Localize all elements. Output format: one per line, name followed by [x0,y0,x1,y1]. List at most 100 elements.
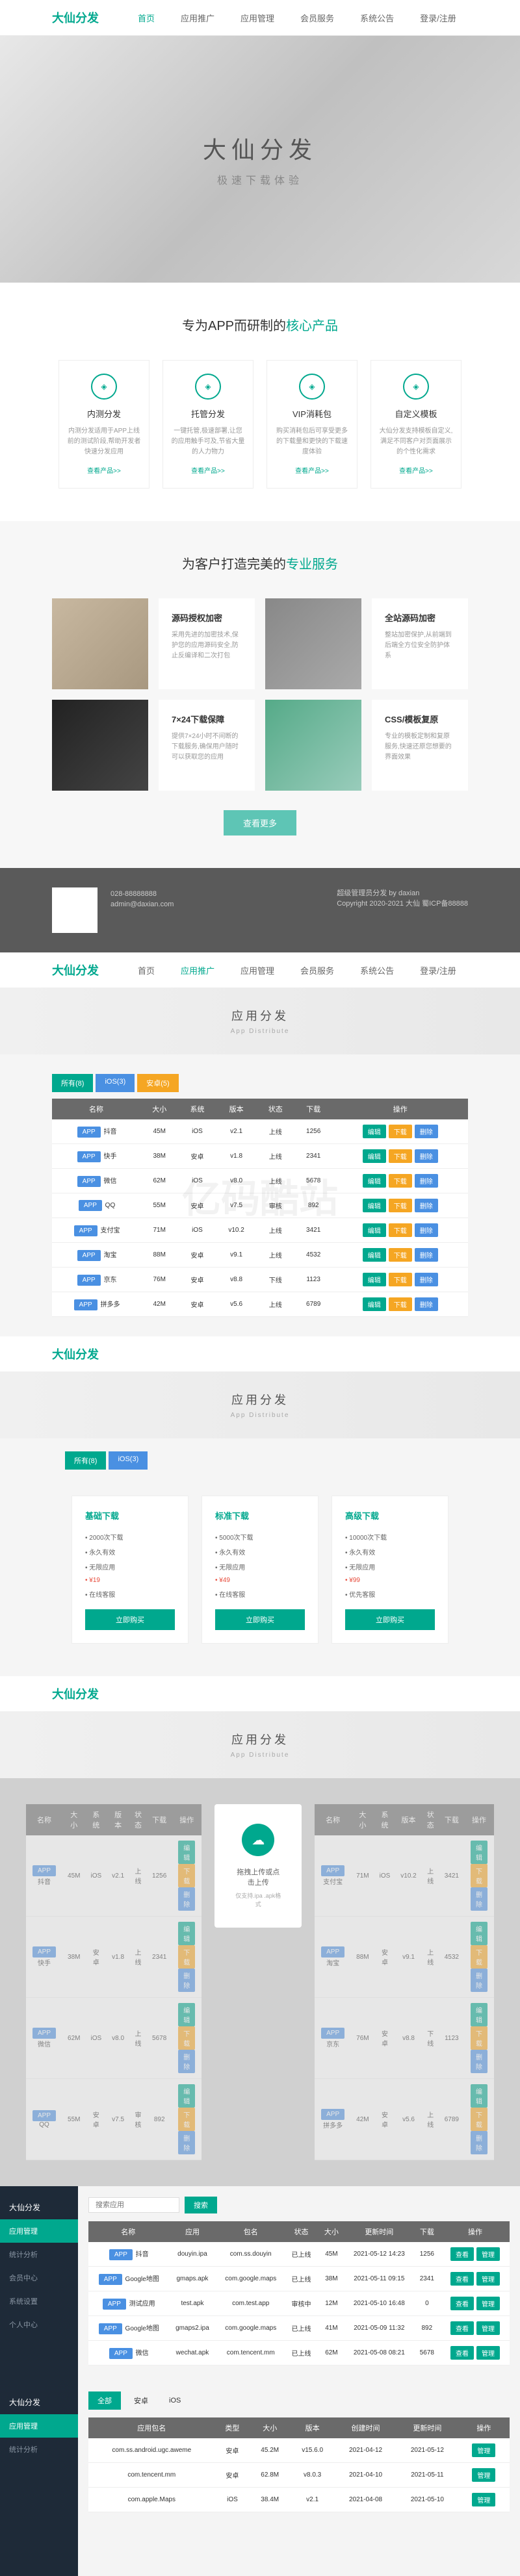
nav-manage[interactable]: 应用管理 [240,12,274,24]
n2-0[interactable]: 首页 [138,964,155,976]
action-删除[interactable]: 删除 [471,2131,488,2154]
buy-button[interactable]: 立即购买 [345,1609,435,1630]
tab-all[interactable]: 所有(8) [52,1074,93,1092]
logo-3[interactable]: 大仙分发 [52,1345,99,1362]
atab-and[interactable]: 安卓 [126,2392,156,2409]
product-link[interactable]: 查看产品>> [379,465,453,475]
action-下载[interactable]: 下载 [389,1223,412,1237]
action-编辑[interactable]: 编辑 [178,1922,195,1945]
admin-action[interactable]: 管理 [476,2321,500,2335]
side-member[interactable]: 会员中心 [0,2266,78,2289]
admin-action[interactable]: 管理 [476,2346,500,2360]
logo-2[interactable]: 大仙分发 [52,962,99,978]
manage-btn[interactable]: 管理 [472,2443,495,2457]
admin-action[interactable]: 查看 [450,2272,474,2286]
n2-3[interactable]: 会员服务 [300,964,334,976]
admin-action[interactable]: 查看 [450,2346,474,2360]
action-下载[interactable]: 下载 [389,1199,412,1212]
tab-android[interactable]: 安卓(5) [137,1074,178,1092]
nav-promo[interactable]: 应用推广 [181,12,214,24]
n2-1[interactable]: 应用推广 [181,964,214,976]
buy-button[interactable]: 立即购买 [85,1609,175,1630]
action-编辑[interactable]: 编辑 [363,1297,386,1311]
manage-btn[interactable]: 管理 [472,2493,495,2506]
action-编辑[interactable]: 编辑 [363,1125,386,1138]
product-link[interactable]: 查看产品>> [171,465,245,475]
nav-member[interactable]: 会员服务 [300,12,334,24]
action-编辑[interactable]: 编辑 [363,1248,386,1262]
atab-all[interactable]: 全部 [88,2391,121,2410]
action-下载[interactable]: 下载 [389,1297,412,1311]
action-删除[interactable]: 删除 [415,1199,438,1212]
search-button[interactable]: 搜索 [185,2197,217,2213]
action-编辑[interactable]: 编辑 [363,1174,386,1188]
action-下载[interactable]: 下载 [471,2026,488,2050]
action-删除[interactable]: 删除 [415,1149,438,1163]
action-删除[interactable]: 删除 [471,1887,488,1911]
action-删除[interactable]: 删除 [178,2131,195,2154]
action-下载[interactable]: 下载 [178,2026,195,2050]
action-编辑[interactable]: 编辑 [363,1199,386,1212]
action-删除[interactable]: 删除 [178,1969,195,1992]
action-编辑[interactable]: 编辑 [363,1149,386,1163]
side2-apps[interactable]: 应用管理 [0,2414,78,2438]
action-删除[interactable]: 删除 [471,1969,488,1992]
nav-login[interactable]: 登录/注册 [420,12,456,24]
n2-4[interactable]: 系统公告 [360,964,394,976]
nav-home[interactable]: 首页 [138,12,155,24]
action-下载[interactable]: 下载 [389,1125,412,1138]
admin-action[interactable]: 管理 [476,2272,500,2286]
side-profile[interactable]: 个人中心 [0,2313,78,2336]
action-删除[interactable]: 删除 [471,2050,488,2073]
action-删除[interactable]: 删除 [178,1887,195,1911]
nav-notice[interactable]: 系统公告 [360,12,394,24]
manage-btn[interactable]: 管理 [472,2468,495,2482]
n2-2[interactable]: 应用管理 [240,964,274,976]
action-下载[interactable]: 下载 [389,1248,412,1262]
action-下载[interactable]: 下载 [389,1174,412,1188]
action-下载[interactable]: 下载 [389,1149,412,1163]
action-下载[interactable]: 下载 [178,1945,195,1969]
side2-stats[interactable]: 统计分析 [0,2438,78,2461]
side-settings[interactable]: 系统设置 [0,2289,78,2313]
action-删除[interactable]: 删除 [415,1273,438,1286]
action-编辑[interactable]: 编辑 [363,1273,386,1286]
admin-action[interactable]: 查看 [450,2247,474,2261]
action-编辑[interactable]: 编辑 [178,1841,195,1864]
tab2-all[interactable]: 所有(8) [65,1451,106,1470]
side-stats[interactable]: 统计分析 [0,2243,78,2266]
action-删除[interactable]: 删除 [415,1297,438,1311]
logo[interactable]: 大仙分发 [52,9,99,26]
action-下载[interactable]: 下载 [471,2108,488,2131]
admin-action[interactable]: 管理 [476,2297,500,2310]
admin-action[interactable]: 查看 [450,2321,474,2335]
action-编辑[interactable]: 编辑 [178,2084,195,2108]
buy-button[interactable]: 立即购买 [215,1609,305,1630]
admin-action[interactable]: 查看 [450,2297,474,2310]
action-删除[interactable]: 删除 [415,1248,438,1262]
product-link[interactable]: 查看产品>> [275,465,349,475]
action-删除[interactable]: 删除 [415,1174,438,1188]
action-编辑[interactable]: 编辑 [471,2003,488,2026]
upload-icon[interactable]: ☁ [242,1824,274,1856]
atab-ios[interactable]: iOS [161,2393,188,2408]
action-编辑[interactable]: 编辑 [471,1922,488,1945]
action-下载[interactable]: 下载 [178,1864,195,1887]
action-删除[interactable]: 删除 [415,1125,438,1138]
product-link[interactable]: 查看产品>> [67,465,141,475]
logo-4[interactable]: 大仙分发 [52,1685,99,1702]
action-编辑[interactable]: 编辑 [471,1841,488,1864]
side-apps[interactable]: 应用管理 [0,2219,78,2243]
action-下载[interactable]: 下载 [471,1945,488,1969]
action-删除[interactable]: 删除 [415,1223,438,1237]
action-编辑[interactable]: 编辑 [363,1223,386,1237]
action-下载[interactable]: 下载 [471,1864,488,1887]
action-下载[interactable]: 下载 [389,1273,412,1286]
n2-5[interactable]: 登录/注册 [420,964,456,976]
more-button[interactable]: 查看更多 [224,810,296,835]
tab-ios[interactable]: iOS(3) [96,1074,135,1092]
action-编辑[interactable]: 编辑 [178,2003,195,2026]
search-input[interactable] [88,2197,179,2213]
action-编辑[interactable]: 编辑 [471,2084,488,2108]
tab2-ios[interactable]: iOS(3) [109,1451,148,1470]
